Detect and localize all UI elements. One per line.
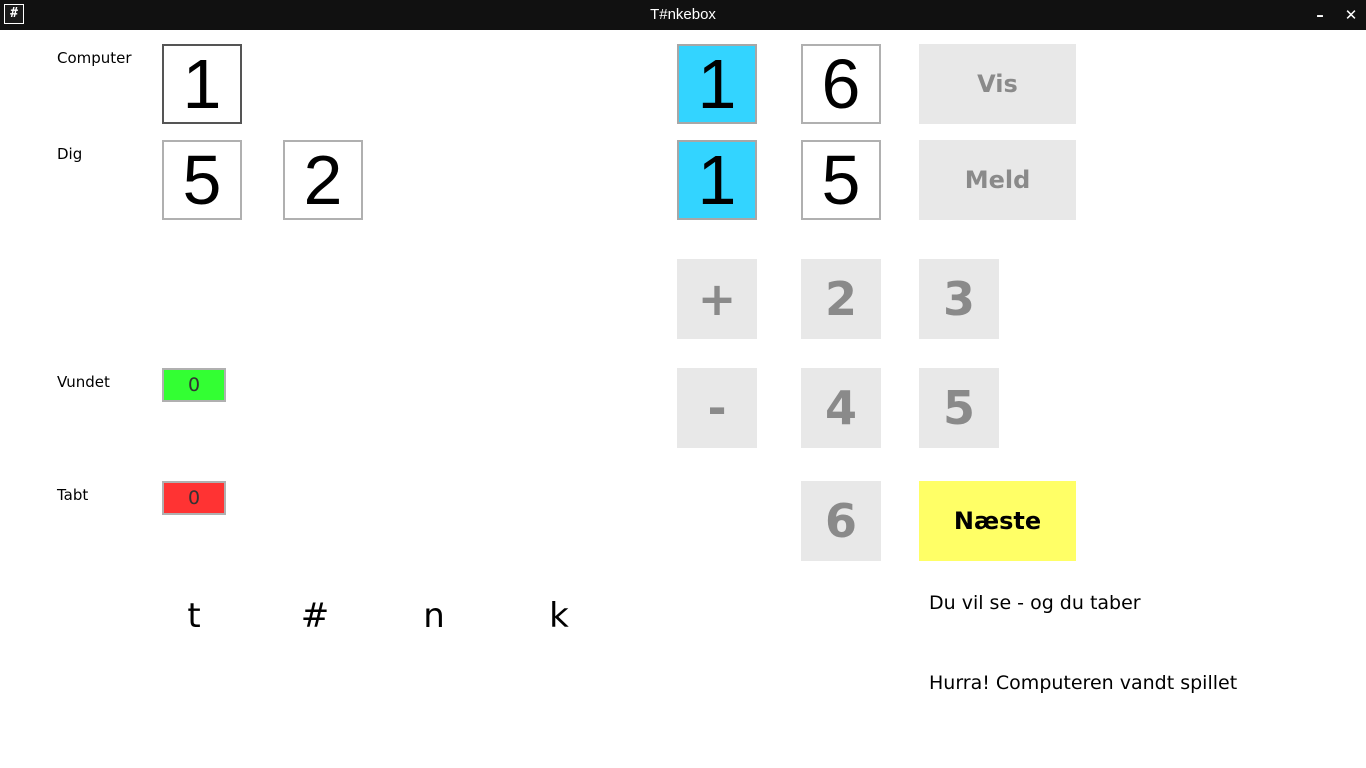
letter-n: n [423,596,445,636]
call-button[interactable]: Meld [919,140,1076,220]
key-2-button[interactable]: 2 [801,259,881,339]
computer-die-1: 1 [162,44,242,124]
selected-die-row1[interactable]: 1 [677,44,757,124]
won-counter: 0 [162,368,226,402]
key-5-button[interactable]: 5 [919,368,999,448]
you-label: Dig [57,145,83,163]
current-die-row2[interactable]: 5 [801,140,881,220]
key-3-button[interactable]: 3 [919,259,999,339]
window-title: T#nkebox [650,6,716,23]
message-line-1: Du vil se - og du taber [929,592,1141,614]
your-die-2: 2 [283,140,363,220]
message-line-2: Hurra! Computeren vandt spillet [929,672,1238,694]
current-die-row1[interactable]: 6 [801,44,881,124]
close-icon[interactable]: ✕ [1336,0,1366,30]
lost-counter: 0 [162,481,226,515]
your-die-1: 5 [162,140,242,220]
key-4-button[interactable]: 4 [801,368,881,448]
computer-label: Computer [57,49,132,67]
minimize-icon[interactable]: – [1305,0,1335,30]
title-bar: # T#nkebox – ✕ [0,0,1366,30]
selected-die-row2[interactable]: 1 [677,140,757,220]
lost-label: Tabt [57,486,89,504]
minus-button[interactable]: - [677,368,757,448]
letter-t: t [187,596,201,636]
show-button[interactable]: Vis [919,44,1076,124]
key-6-button[interactable]: 6 [801,481,881,561]
letter-k: k [549,596,569,636]
letter-hash: # [300,596,330,636]
next-button[interactable]: Næste [919,481,1076,561]
plus-button[interactable]: + [677,259,757,339]
won-label: Vundet [57,373,110,391]
